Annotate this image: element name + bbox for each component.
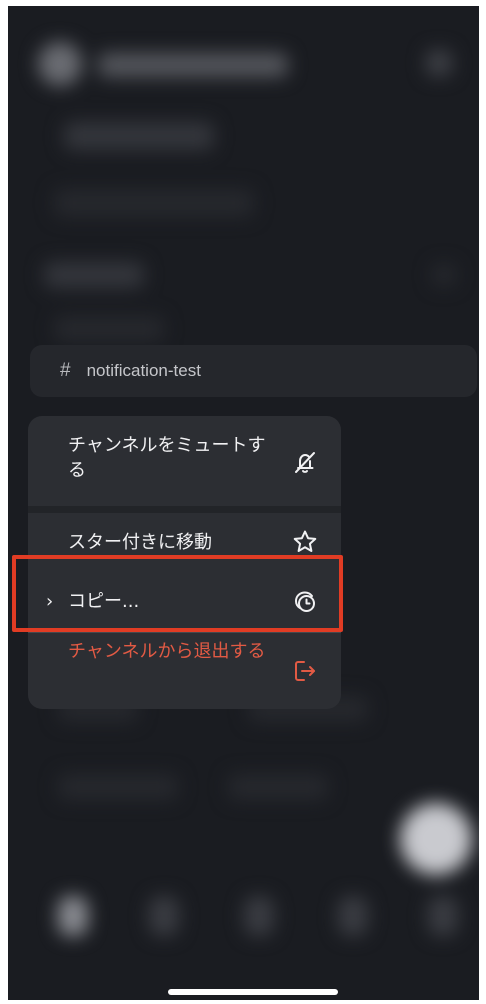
tab-home — [58, 896, 88, 936]
menu-item-label: チャンネルから退出する — [68, 641, 266, 662]
blurred-section-action — [432, 264, 456, 286]
highlight-box — [12, 555, 343, 632]
channel-name: notification-test — [86, 361, 201, 380]
blurred-row — [64, 122, 214, 150]
compose-fab — [400, 803, 472, 875]
menu-divider — [28, 506, 341, 513]
tab-dms — [149, 896, 179, 936]
leave-icon — [291, 657, 319, 685]
tab-more — [428, 896, 458, 936]
bell-slash-icon — [291, 448, 319, 476]
blurred-row — [54, 316, 164, 342]
tab-activity — [244, 896, 274, 936]
blurred-row — [54, 189, 254, 217]
menu-item-label: チャンネルをミュートする — [68, 435, 266, 481]
app-screen: # notification-test チャンネルをミュートする スター付きに移… — [8, 6, 479, 1000]
workspace-title — [98, 53, 288, 77]
star-icon — [291, 528, 319, 556]
blurred-section-header — [44, 262, 144, 288]
workspace-avatar — [38, 42, 82, 86]
tab-later — [338, 896, 368, 936]
blurred-row — [58, 774, 178, 800]
menu-item-label: スター付きに移動 — [68, 532, 212, 553]
channel-row-notification-test[interactable]: # notification-test — [30, 345, 477, 397]
home-indicator[interactable] — [168, 989, 338, 995]
leave-channel-menu-item[interactable]: チャンネルから退出する — [28, 633, 341, 709]
hash-icon: # — [60, 360, 71, 381]
header-action — [426, 50, 452, 76]
mute-channel-menu-item[interactable]: チャンネルをミュートする — [28, 416, 341, 506]
blurred-row — [228, 774, 328, 800]
